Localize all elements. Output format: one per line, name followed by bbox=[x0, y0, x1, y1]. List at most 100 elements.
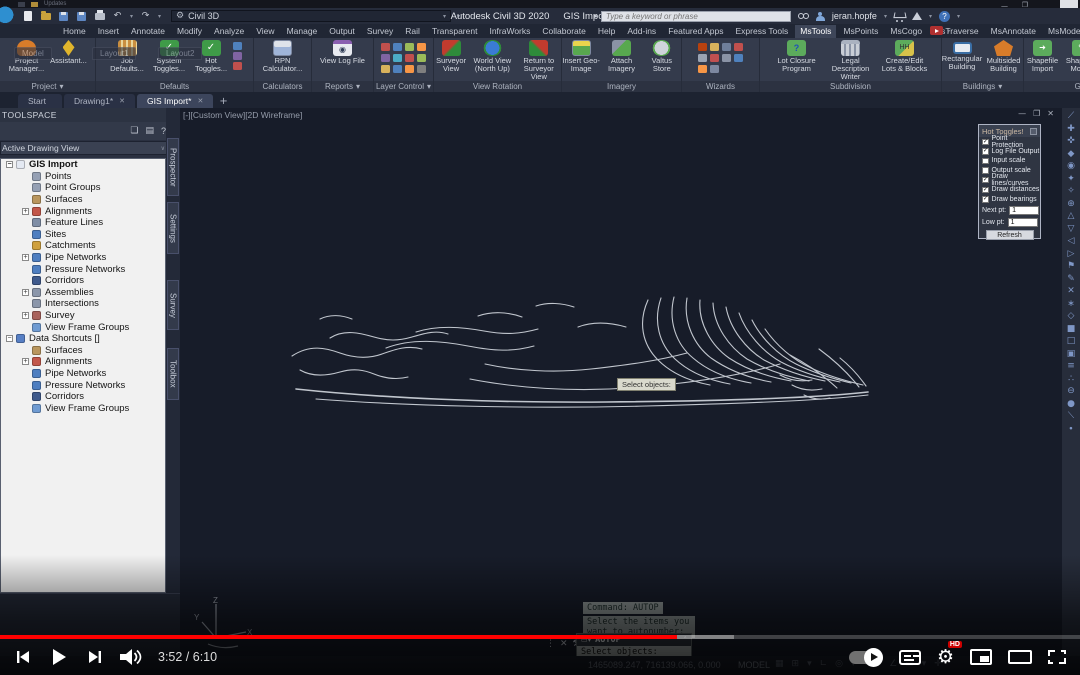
point-tool-icon[interactable]: ■ bbox=[1067, 324, 1076, 334]
model-tab[interactable]: Model bbox=[14, 47, 52, 60]
toggle-row[interactable]: ✓ Log File Output bbox=[979, 147, 1040, 157]
tree-expander-icon[interactable]: + bbox=[22, 208, 29, 215]
drawing-tab[interactable]: Drawing1* ✕ bbox=[64, 94, 135, 108]
layer-tool-icon[interactable] bbox=[393, 43, 402, 51]
layer-tool-icon[interactable] bbox=[393, 54, 402, 62]
point-tool-icon[interactable]: ∗ bbox=[1067, 299, 1075, 309]
attach-imagery-button[interactable]: Attach Imagery bbox=[602, 39, 640, 73]
toggle-row[interactable]: ✓ Point Protection bbox=[979, 137, 1040, 147]
checkbox[interactable]: ✓ bbox=[982, 177, 989, 184]
wizard-tool-icon[interactable] bbox=[710, 65, 719, 73]
tree-item[interactable]: − Data Shortcuts [] bbox=[1, 333, 165, 345]
defaults-mini-icon[interactable] bbox=[233, 62, 242, 70]
ribbon-tab[interactable]: Rail bbox=[400, 25, 425, 38]
redo-icon[interactable]: ↷ bbox=[140, 11, 151, 22]
point-tool-icon[interactable]: ⚑ bbox=[1067, 261, 1075, 271]
multisided-building-button[interactable]: Multisided Building bbox=[984, 39, 1023, 73]
tree-expander-icon[interactable]: + bbox=[22, 358, 29, 365]
panel-footer[interactable]: Project▾ bbox=[0, 81, 95, 92]
layout1-tab[interactable]: Layout1 bbox=[92, 47, 136, 60]
settings-button[interactable]: ⚙ HD bbox=[937, 646, 954, 668]
tree-expander-icon[interactable]: − bbox=[6, 161, 13, 168]
point-tool-icon[interactable]: ◉ bbox=[1067, 161, 1075, 171]
ribbon-tab[interactable]: MsModeling bbox=[1043, 25, 1080, 38]
ribbon-tab[interactable]: Manage bbox=[282, 25, 323, 38]
plot-icon[interactable] bbox=[94, 11, 105, 22]
refresh-button[interactable]: Refresh bbox=[986, 230, 1034, 240]
ribbon-tab[interactable]: MsPoints bbox=[838, 25, 883, 38]
wizard-tool-icon[interactable] bbox=[710, 54, 719, 62]
toolspace-tab[interactable]: Survey bbox=[167, 280, 179, 330]
tree-item[interactable]: Intersections bbox=[1, 298, 165, 310]
point-tool-icon[interactable]: △ bbox=[1068, 211, 1075, 221]
save-as-icon[interactable] bbox=[76, 11, 87, 22]
ribbon-tab[interactable]: Output bbox=[324, 25, 360, 38]
create-edit-lots-button[interactable]: HH Create/Edit Lots & Blocks bbox=[879, 39, 931, 73]
tree-item[interactable]: Catchments bbox=[1, 240, 165, 252]
viewport-minimize-icon[interactable]: — bbox=[1018, 109, 1026, 118]
tree-item[interactable]: View Frame Groups bbox=[1, 402, 165, 414]
surveyor-view-button[interactable]: Surveyor View bbox=[434, 39, 468, 73]
ribbon-tab[interactable]: MsAnnotate bbox=[986, 25, 1041, 38]
tree-item[interactable]: + Survey bbox=[1, 310, 165, 322]
next-button[interactable] bbox=[82, 644, 108, 670]
layer-tool-icon[interactable] bbox=[405, 54, 414, 62]
qat-dropdown-icon[interactable]: ▾ bbox=[457, 13, 460, 20]
toolspace-tab[interactable]: Settings bbox=[167, 202, 179, 254]
tree-item[interactable]: + Pipe Networks bbox=[1, 252, 165, 264]
ribbon-tab[interactable]: Survey bbox=[362, 25, 398, 38]
panel-footer[interactable]: Reports▾ bbox=[312, 81, 373, 92]
ribbon-tab[interactable]: Home bbox=[58, 25, 91, 38]
undo-dropdown-icon[interactable]: ▾ bbox=[130, 13, 133, 20]
tree-item[interactable]: + Assemblies bbox=[1, 287, 165, 299]
view-selector-dropdown[interactable]: Active Drawing View ∨ bbox=[0, 141, 170, 155]
assistant-button[interactable]: Assistant... bbox=[49, 39, 89, 65]
point-tool-icon[interactable]: ✚ bbox=[1067, 124, 1075, 134]
defaults-mini-icon[interactable] bbox=[233, 42, 242, 50]
ribbon-tab[interactable]: Transparent bbox=[427, 25, 483, 38]
tree-item[interactable]: Sites bbox=[1, 229, 165, 241]
drawing-tab[interactable]: Start bbox=[18, 94, 62, 108]
wizard-tool-icon[interactable] bbox=[722, 43, 731, 51]
item-view-icon[interactable]: ❏ bbox=[130, 126, 138, 136]
toggle-row[interactable]: ✓ Draw lines/curves bbox=[979, 175, 1040, 185]
layer-tool-icon[interactable] bbox=[393, 65, 402, 73]
miniplayer-button[interactable] bbox=[970, 649, 992, 665]
point-tool-icon[interactable]: ▷ bbox=[1068, 249, 1075, 259]
layer-tool-icon[interactable] bbox=[381, 65, 390, 73]
point-tool-icon[interactable]: ✜ bbox=[1067, 136, 1075, 146]
subtitles-icon[interactable] bbox=[899, 650, 921, 665]
redo-dropdown-icon[interactable]: ▾ bbox=[158, 13, 161, 20]
toolspace-tab[interactable]: Prospector bbox=[167, 138, 179, 196]
ribbon-tab[interactable]: MsCogo bbox=[885, 25, 927, 38]
tree-expander-icon[interactable]: + bbox=[22, 254, 29, 261]
save-icon[interactable] bbox=[58, 11, 69, 22]
checkbox[interactable]: ✓ bbox=[982, 187, 989, 194]
tree-item[interactable]: Pipe Networks bbox=[1, 368, 165, 380]
screencast-dropdown-icon[interactable]: ▾ bbox=[947, 28, 950, 35]
point-tool-icon[interactable]: ⊖ bbox=[1067, 386, 1075, 396]
checkbox[interactable]: ✓ bbox=[982, 196, 989, 203]
theater-mode-button[interactable] bbox=[1008, 650, 1032, 664]
toolspace-title[interactable]: TOOLSPACE bbox=[0, 108, 180, 122]
panel-footer[interactable]: Buildings▾ bbox=[942, 81, 1023, 92]
defaults-mini-icon[interactable] bbox=[233, 52, 242, 60]
viewport-controls-label[interactable]: [-][Custom View][2D Wireframe] bbox=[183, 110, 302, 120]
palette-close-icon[interactable] bbox=[1030, 128, 1037, 135]
signed-in-user[interactable]: jeran.hopfe bbox=[832, 11, 877, 21]
wizard-tool-icon[interactable] bbox=[734, 43, 743, 51]
toggle-row[interactable]: ✓ Draw distances bbox=[979, 185, 1040, 195]
layer-tool-icon[interactable] bbox=[417, 43, 426, 51]
toggle-row[interactable]: ✓ Draw bearings bbox=[979, 195, 1040, 205]
ribbon-tab[interactable]: Analyze bbox=[209, 25, 249, 38]
rectangular-building-button[interactable]: Rectangular Building bbox=[942, 39, 982, 71]
wizard-tool-icon[interactable] bbox=[698, 43, 707, 51]
undo-icon[interactable]: ↶ bbox=[112, 11, 123, 22]
wizard-tool-icon[interactable] bbox=[710, 43, 719, 51]
tree-expander-icon[interactable]: − bbox=[6, 335, 13, 342]
tree-item[interactable]: Point Groups bbox=[1, 182, 165, 194]
tree-item[interactable]: Corridors bbox=[1, 275, 165, 287]
tree-expander-icon[interactable]: + bbox=[22, 312, 29, 319]
point-tool-icon[interactable]: □ bbox=[1067, 336, 1076, 346]
point-tool-icon[interactable]: ∙ bbox=[1068, 424, 1074, 434]
